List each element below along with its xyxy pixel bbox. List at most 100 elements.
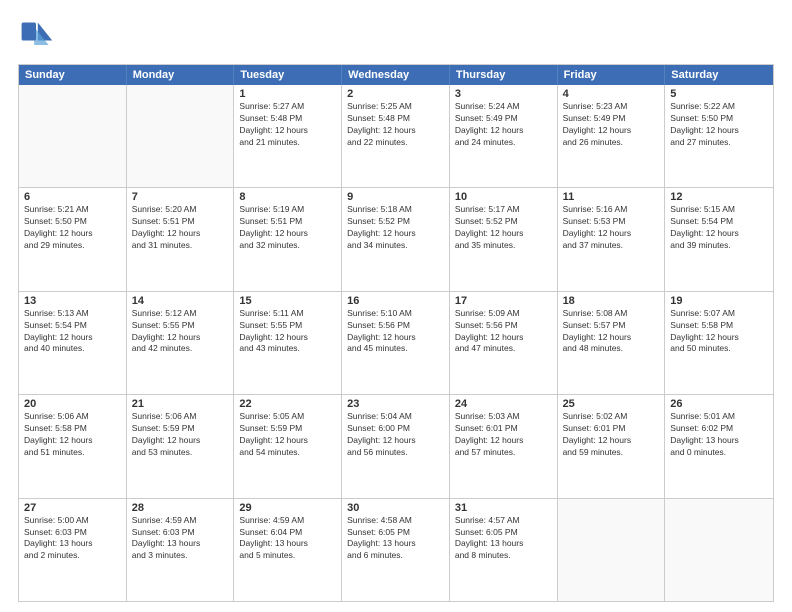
day-number: 8 [239, 191, 336, 203]
day-info: Sunrise: 5:20 AM Sunset: 5:51 PM Dayligh… [132, 204, 229, 252]
day-info: Sunrise: 5:01 AM Sunset: 6:02 PM Dayligh… [670, 411, 768, 459]
day-cell-8: 8Sunrise: 5:19 AM Sunset: 5:51 PM Daylig… [234, 188, 342, 290]
day-cell-18: 18Sunrise: 5:08 AM Sunset: 5:57 PM Dayli… [558, 292, 666, 394]
day-info: Sunrise: 5:18 AM Sunset: 5:52 PM Dayligh… [347, 204, 444, 252]
calendar-header: SundayMondayTuesdayWednesdayThursdayFrid… [19, 65, 773, 85]
day-number: 7 [132, 191, 229, 203]
empty-cell-0-1 [127, 85, 235, 187]
day-number: 9 [347, 191, 444, 203]
day-number: 26 [670, 398, 768, 410]
day-cell-16: 16Sunrise: 5:10 AM Sunset: 5:56 PM Dayli… [342, 292, 450, 394]
day-cell-7: 7Sunrise: 5:20 AM Sunset: 5:51 PM Daylig… [127, 188, 235, 290]
day-cell-13: 13Sunrise: 5:13 AM Sunset: 5:54 PM Dayli… [19, 292, 127, 394]
day-info: Sunrise: 5:05 AM Sunset: 5:59 PM Dayligh… [239, 411, 336, 459]
day-number: 17 [455, 295, 552, 307]
empty-cell-4-6 [665, 499, 773, 601]
header [18, 18, 774, 54]
day-info: Sunrise: 5:25 AM Sunset: 5:48 PM Dayligh… [347, 101, 444, 149]
day-cell-21: 21Sunrise: 5:06 AM Sunset: 5:59 PM Dayli… [127, 395, 235, 497]
logo-icon [18, 18, 54, 54]
day-number: 20 [24, 398, 121, 410]
weekday-header-wednesday: Wednesday [342, 65, 450, 85]
day-info: Sunrise: 5:22 AM Sunset: 5:50 PM Dayligh… [670, 101, 768, 149]
day-number: 28 [132, 502, 229, 514]
day-cell-9: 9Sunrise: 5:18 AM Sunset: 5:52 PM Daylig… [342, 188, 450, 290]
day-info: Sunrise: 5:03 AM Sunset: 6:01 PM Dayligh… [455, 411, 552, 459]
day-cell-12: 12Sunrise: 5:15 AM Sunset: 5:54 PM Dayli… [665, 188, 773, 290]
day-cell-15: 15Sunrise: 5:11 AM Sunset: 5:55 PM Dayli… [234, 292, 342, 394]
day-cell-14: 14Sunrise: 5:12 AM Sunset: 5:55 PM Dayli… [127, 292, 235, 394]
weekday-header-sunday: Sunday [19, 65, 127, 85]
day-number: 2 [347, 88, 444, 100]
calendar-row-3: 20Sunrise: 5:06 AM Sunset: 5:58 PM Dayli… [19, 394, 773, 497]
calendar: SundayMondayTuesdayWednesdayThursdayFrid… [18, 64, 774, 602]
day-cell-29: 29Sunrise: 4:59 AM Sunset: 6:04 PM Dayli… [234, 499, 342, 601]
logo [18, 18, 58, 54]
empty-cell-0-0 [19, 85, 127, 187]
calendar-row-0: 1Sunrise: 5:27 AM Sunset: 5:48 PM Daylig… [19, 85, 773, 187]
day-number: 29 [239, 502, 336, 514]
day-info: Sunrise: 4:57 AM Sunset: 6:05 PM Dayligh… [455, 515, 552, 563]
day-info: Sunrise: 5:11 AM Sunset: 5:55 PM Dayligh… [239, 308, 336, 356]
day-cell-10: 10Sunrise: 5:17 AM Sunset: 5:52 PM Dayli… [450, 188, 558, 290]
day-number: 4 [563, 88, 660, 100]
day-number: 3 [455, 88, 552, 100]
day-number: 15 [239, 295, 336, 307]
day-info: Sunrise: 5:21 AM Sunset: 5:50 PM Dayligh… [24, 204, 121, 252]
day-info: Sunrise: 5:07 AM Sunset: 5:58 PM Dayligh… [670, 308, 768, 356]
day-info: Sunrise: 5:15 AM Sunset: 5:54 PM Dayligh… [670, 204, 768, 252]
day-number: 27 [24, 502, 121, 514]
day-number: 19 [670, 295, 768, 307]
day-cell-20: 20Sunrise: 5:06 AM Sunset: 5:58 PM Dayli… [19, 395, 127, 497]
day-cell-4: 4Sunrise: 5:23 AM Sunset: 5:49 PM Daylig… [558, 85, 666, 187]
day-cell-17: 17Sunrise: 5:09 AM Sunset: 5:56 PM Dayli… [450, 292, 558, 394]
day-number: 16 [347, 295, 444, 307]
day-info: Sunrise: 5:02 AM Sunset: 6:01 PM Dayligh… [563, 411, 660, 459]
day-info: Sunrise: 5:27 AM Sunset: 5:48 PM Dayligh… [239, 101, 336, 149]
day-number: 21 [132, 398, 229, 410]
page: SundayMondayTuesdayWednesdayThursdayFrid… [0, 0, 792, 612]
day-info: Sunrise: 4:59 AM Sunset: 6:03 PM Dayligh… [132, 515, 229, 563]
day-info: Sunrise: 5:00 AM Sunset: 6:03 PM Dayligh… [24, 515, 121, 563]
day-number: 12 [670, 191, 768, 203]
day-cell-2: 2Sunrise: 5:25 AM Sunset: 5:48 PM Daylig… [342, 85, 450, 187]
day-info: Sunrise: 5:19 AM Sunset: 5:51 PM Dayligh… [239, 204, 336, 252]
calendar-body: 1Sunrise: 5:27 AM Sunset: 5:48 PM Daylig… [19, 85, 773, 601]
day-cell-3: 3Sunrise: 5:24 AM Sunset: 5:49 PM Daylig… [450, 85, 558, 187]
day-info: Sunrise: 4:58 AM Sunset: 6:05 PM Dayligh… [347, 515, 444, 563]
day-number: 14 [132, 295, 229, 307]
calendar-row-2: 13Sunrise: 5:13 AM Sunset: 5:54 PM Dayli… [19, 291, 773, 394]
day-cell-19: 19Sunrise: 5:07 AM Sunset: 5:58 PM Dayli… [665, 292, 773, 394]
day-cell-22: 22Sunrise: 5:05 AM Sunset: 5:59 PM Dayli… [234, 395, 342, 497]
day-info: Sunrise: 5:10 AM Sunset: 5:56 PM Dayligh… [347, 308, 444, 356]
day-cell-31: 31Sunrise: 4:57 AM Sunset: 6:05 PM Dayli… [450, 499, 558, 601]
day-number: 5 [670, 88, 768, 100]
day-info: Sunrise: 5:04 AM Sunset: 6:00 PM Dayligh… [347, 411, 444, 459]
day-info: Sunrise: 4:59 AM Sunset: 6:04 PM Dayligh… [239, 515, 336, 563]
day-info: Sunrise: 5:08 AM Sunset: 5:57 PM Dayligh… [563, 308, 660, 356]
day-cell-27: 27Sunrise: 5:00 AM Sunset: 6:03 PM Dayli… [19, 499, 127, 601]
day-number: 24 [455, 398, 552, 410]
weekday-header-thursday: Thursday [450, 65, 558, 85]
day-number: 22 [239, 398, 336, 410]
day-number: 11 [563, 191, 660, 203]
day-cell-28: 28Sunrise: 4:59 AM Sunset: 6:03 PM Dayli… [127, 499, 235, 601]
day-number: 1 [239, 88, 336, 100]
day-number: 13 [24, 295, 121, 307]
weekday-header-friday: Friday [558, 65, 666, 85]
day-info: Sunrise: 5:06 AM Sunset: 5:58 PM Dayligh… [24, 411, 121, 459]
day-cell-11: 11Sunrise: 5:16 AM Sunset: 5:53 PM Dayli… [558, 188, 666, 290]
day-cell-25: 25Sunrise: 5:02 AM Sunset: 6:01 PM Dayli… [558, 395, 666, 497]
day-cell-24: 24Sunrise: 5:03 AM Sunset: 6:01 PM Dayli… [450, 395, 558, 497]
day-info: Sunrise: 5:24 AM Sunset: 5:49 PM Dayligh… [455, 101, 552, 149]
day-number: 31 [455, 502, 552, 514]
calendar-row-4: 27Sunrise: 5:00 AM Sunset: 6:03 PM Dayli… [19, 498, 773, 601]
day-info: Sunrise: 5:16 AM Sunset: 5:53 PM Dayligh… [563, 204, 660, 252]
day-info: Sunrise: 5:06 AM Sunset: 5:59 PM Dayligh… [132, 411, 229, 459]
day-number: 18 [563, 295, 660, 307]
day-cell-23: 23Sunrise: 5:04 AM Sunset: 6:00 PM Dayli… [342, 395, 450, 497]
day-number: 25 [563, 398, 660, 410]
calendar-row-1: 6Sunrise: 5:21 AM Sunset: 5:50 PM Daylig… [19, 187, 773, 290]
day-cell-6: 6Sunrise: 5:21 AM Sunset: 5:50 PM Daylig… [19, 188, 127, 290]
day-info: Sunrise: 5:12 AM Sunset: 5:55 PM Dayligh… [132, 308, 229, 356]
